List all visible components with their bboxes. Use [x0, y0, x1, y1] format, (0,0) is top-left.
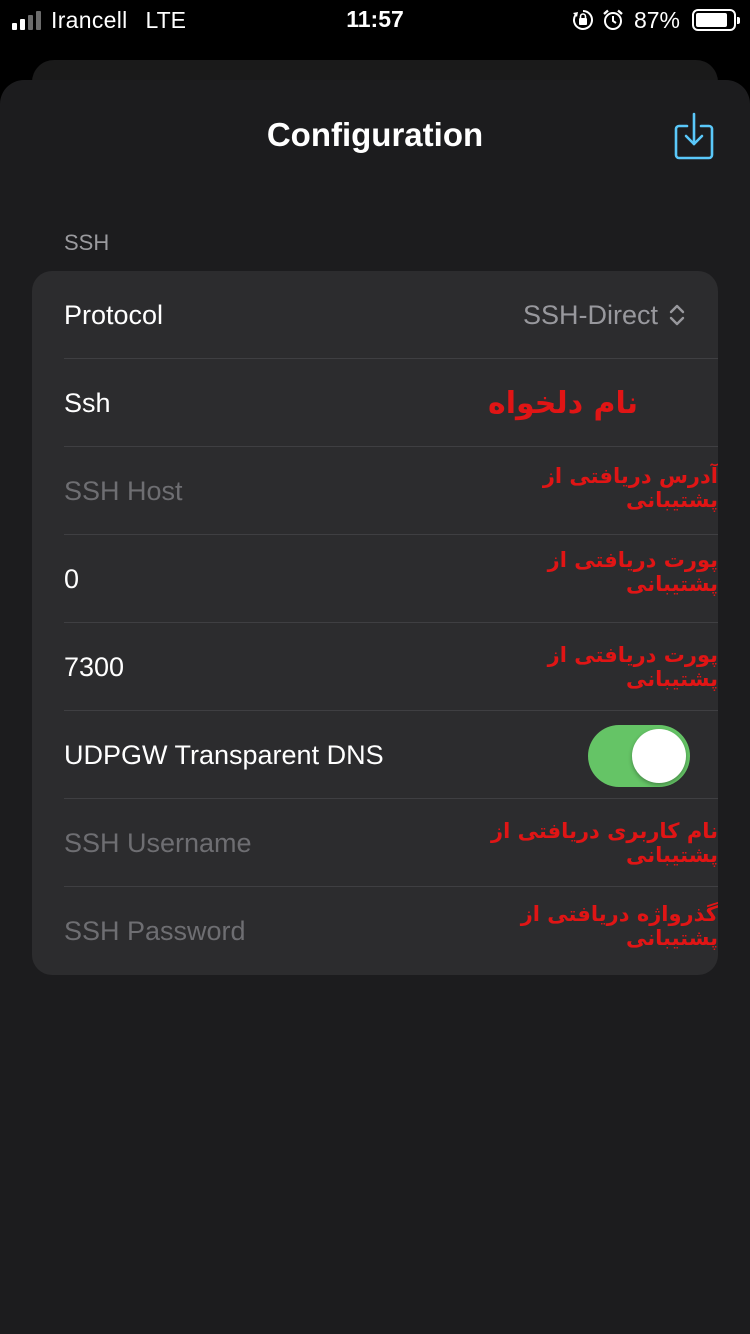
username-annotation: نام کاربری دریافتی از پشتیبانی	[491, 819, 718, 867]
orientation-lock-icon	[572, 9, 594, 31]
protocol-label: Protocol	[64, 300, 164, 330]
password-annotation: گذرواژه دریافتی از پشتیبانی	[520, 902, 718, 950]
ssh-password-field[interactable]: SSH Password	[64, 887, 246, 975]
name-row[interactable]: Ssh نام دلخواه	[64, 359, 718, 447]
udpgw-dns-toggle[interactable]	[588, 725, 690, 787]
toggle-knob	[632, 729, 686, 783]
udpgw-port-annotation: پورت دریافتی از پشتیبانی	[547, 643, 718, 691]
ssh-port-field[interactable]: 0	[64, 535, 79, 623]
protocol-picker[interactable]: SSH-Direct	[523, 271, 686, 359]
udpgw-port-field[interactable]: 7300	[64, 623, 124, 711]
status-bar: Irancell LTE 11:57 87%	[0, 0, 750, 40]
ssh-host-field[interactable]: SSH Host	[64, 447, 183, 535]
chevron-up-down-icon	[669, 304, 685, 326]
page-title: Configuration	[266, 116, 484, 153]
configuration-sheet: Configuration SSH Protocol SSH-Direct Ss…	[0, 80, 750, 1334]
export-button[interactable]	[672, 110, 716, 162]
battery-percentage: 87%	[633, 6, 680, 33]
udpgw-dns-row[interactable]: UDPGW Transparent DNS	[64, 711, 718, 799]
protocol-value: SSH-Direct	[522, 299, 658, 330]
udpgw-port-row[interactable]: 7300 پورت دریافتی از پشتیبانی	[64, 623, 718, 711]
host-row[interactable]: SSH Host آدرس دریافتی از پشتیبانی	[64, 447, 718, 535]
port-annotation: پورت دریافتی از پشتیبانی	[547, 548, 718, 596]
battery-level-fill	[696, 13, 728, 27]
udpgw-dns-label: UDPGW Transparent DNS	[64, 740, 384, 770]
protocol-row[interactable]: Protocol SSH-Direct	[64, 271, 718, 359]
ssh-username-field[interactable]: SSH Username	[64, 799, 252, 887]
section-header-ssh: SSH	[64, 230, 110, 255]
ssh-settings-group: Protocol SSH-Direct Ssh نام دلخواه SSH H…	[32, 271, 718, 975]
name-field[interactable]: Ssh	[64, 359, 111, 447]
password-row[interactable]: SSH Password گذرواژه دریافتی از پشتیبانی	[64, 887, 718, 975]
status-bar-right: 87%	[572, 6, 740, 34]
alarm-icon	[602, 9, 624, 31]
username-row[interactable]: SSH Username نام کاربری دریافتی از پشتیب…	[64, 799, 718, 887]
port-row[interactable]: 0 پورت دریافتی از پشتیبانی	[64, 535, 718, 623]
share-download-icon	[674, 112, 714, 160]
host-annotation: آدرس دریافتی از پشتیبانی	[542, 464, 718, 512]
battery-icon	[692, 9, 740, 31]
name-annotation: نام دلخواه	[488, 385, 639, 421]
